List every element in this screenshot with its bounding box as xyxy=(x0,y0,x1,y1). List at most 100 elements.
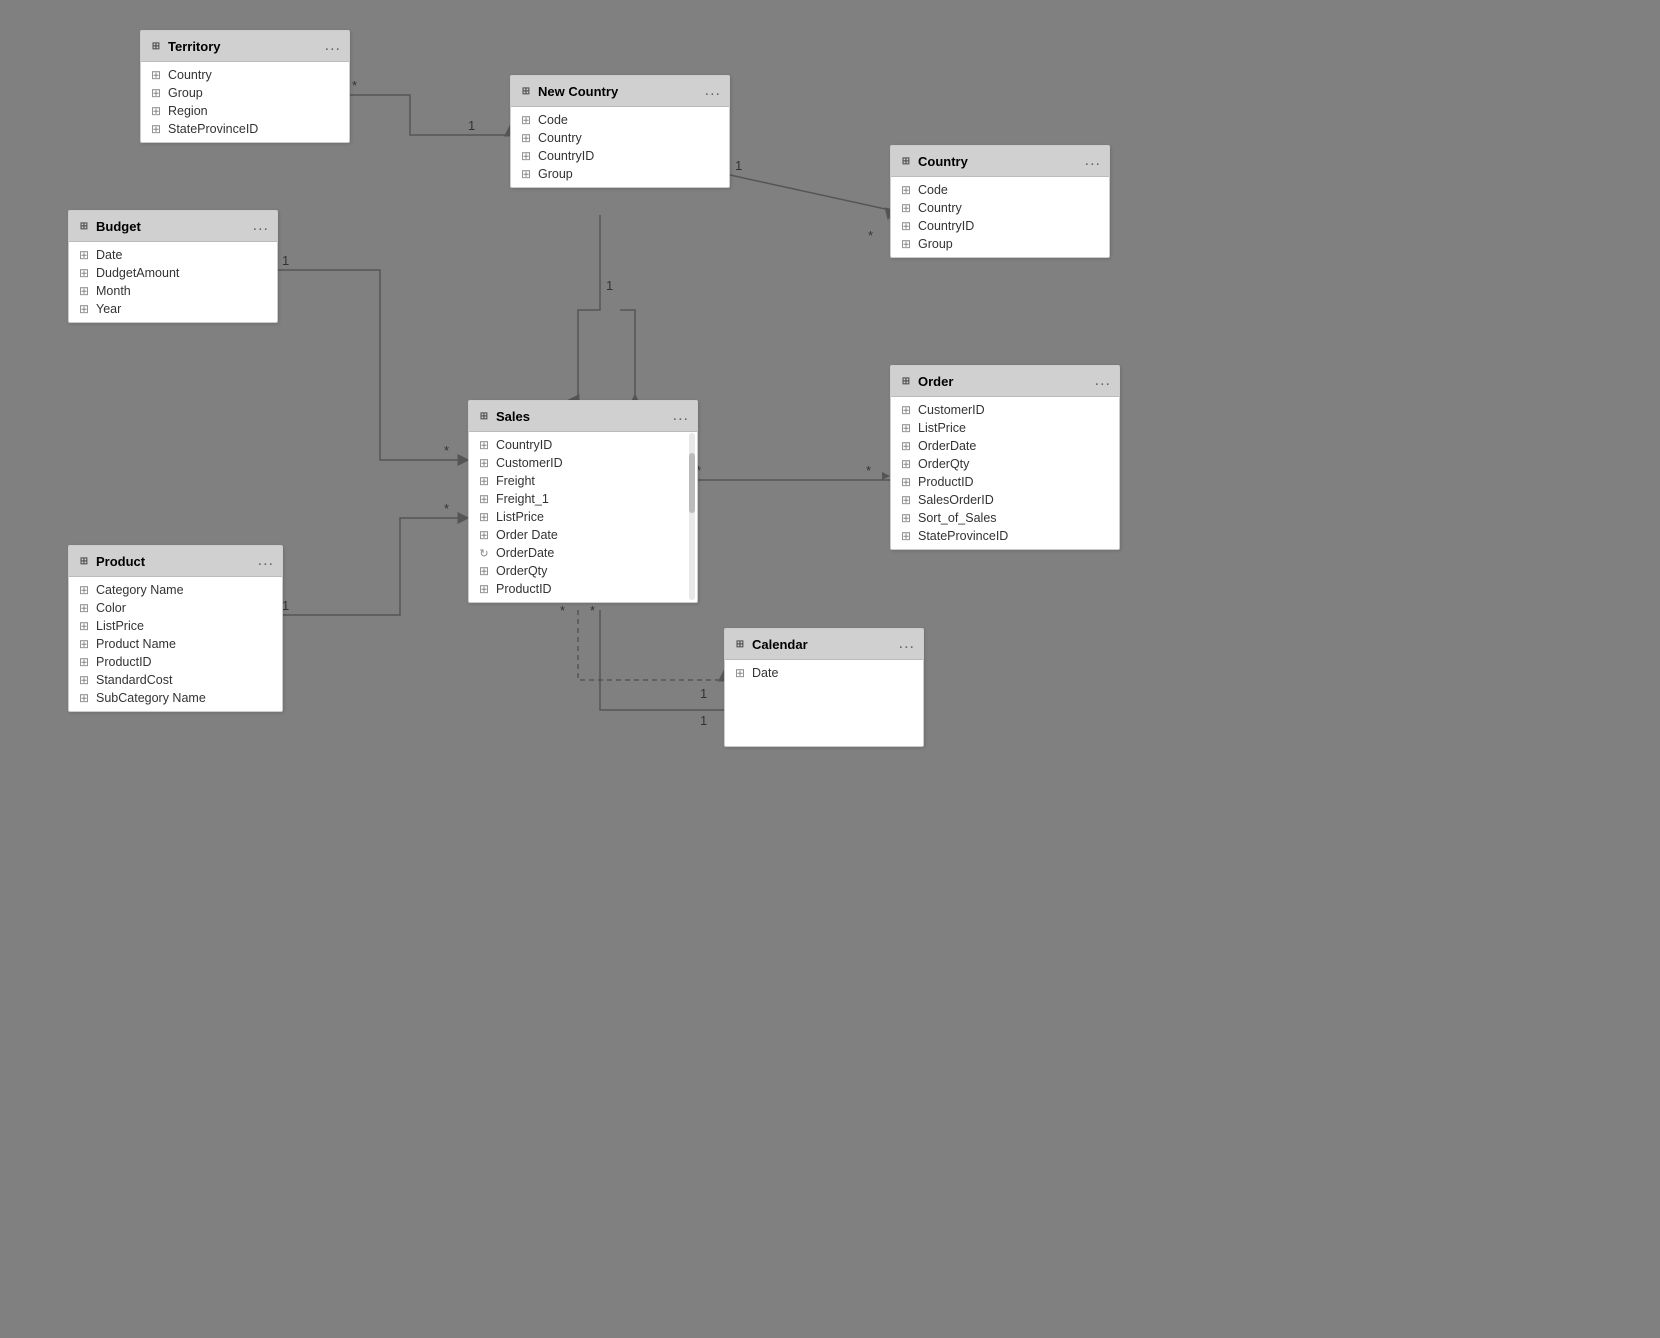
table-territory-menu[interactable]: ... xyxy=(325,37,341,55)
table-calendar-menu[interactable]: ... xyxy=(899,635,915,653)
field-icon xyxy=(899,475,913,489)
table-calendar-header[interactable]: ⊞ Calendar ... xyxy=(725,629,923,660)
table-territory-header[interactable]: ⊞ Territory ... xyxy=(141,31,349,62)
svg-text:*: * xyxy=(444,443,449,458)
field-icon xyxy=(899,493,913,507)
svg-text:1: 1 xyxy=(700,713,707,728)
table-row: Order Date xyxy=(469,526,697,544)
field-icon xyxy=(519,149,533,163)
table-budget-header[interactable]: ⊞ Budget ... xyxy=(69,211,277,242)
field-icon xyxy=(149,86,163,100)
table-row: Region xyxy=(141,102,349,120)
diagram-canvas: * 1 1 * 1 * 1 * * 1 * * xyxy=(0,0,1660,1338)
table-grid-icon: ⊞ xyxy=(899,374,913,388)
table-row: Country xyxy=(891,199,1109,217)
field-icon xyxy=(899,457,913,471)
table-new-country-title: New Country xyxy=(538,84,618,99)
table-row: ListPrice xyxy=(469,508,697,526)
table-sales-body: CountryID CustomerID Freight Freight_1 L… xyxy=(469,432,697,602)
table-territory-title: Territory xyxy=(168,39,221,54)
table-budget-title: Budget xyxy=(96,219,141,234)
table-row: Country xyxy=(141,66,349,84)
table-row: Product Name xyxy=(69,635,282,653)
table-grid-icon: ⊞ xyxy=(477,409,491,423)
svg-text:*: * xyxy=(560,603,565,618)
svg-text:*: * xyxy=(444,501,449,516)
table-new-country-menu[interactable]: ... xyxy=(705,82,721,100)
field-icon xyxy=(77,248,91,262)
table-grid-icon: ⊞ xyxy=(77,554,91,568)
field-icon: ↻ xyxy=(477,546,491,560)
field-icon xyxy=(477,510,491,524)
svg-text:1: 1 xyxy=(700,686,707,701)
scrollbar-thumb[interactable] xyxy=(689,453,695,513)
field-icon xyxy=(899,439,913,453)
table-order: ⊞ Order ... CustomerID ListPrice OrderDa… xyxy=(890,365,1120,550)
svg-text:1: 1 xyxy=(735,158,742,173)
table-row: Date xyxy=(69,246,277,264)
table-territory: ⊞ Territory ... Country Group Region Sta… xyxy=(140,30,350,143)
field-icon xyxy=(77,601,91,615)
table-row: CustomerID xyxy=(891,401,1119,419)
table-row: Freight xyxy=(469,472,697,490)
table-product-title: Product xyxy=(96,554,145,569)
field-icon xyxy=(899,421,913,435)
table-product-header[interactable]: ⊞ Product ... xyxy=(69,546,282,577)
table-row: Month xyxy=(69,282,277,300)
table-country-menu[interactable]: ... xyxy=(1085,152,1101,170)
table-row: StateProvinceID xyxy=(891,527,1119,545)
field-icon xyxy=(519,113,533,127)
table-new-country-header[interactable]: ⊞ New Country ... xyxy=(511,76,729,107)
table-row: CountryID xyxy=(511,147,729,165)
table-order-menu[interactable]: ... xyxy=(1095,372,1111,390)
table-order-title: Order xyxy=(918,374,953,389)
field-icon xyxy=(899,237,913,251)
svg-text:1: 1 xyxy=(606,278,613,293)
svg-text:*: * xyxy=(590,603,595,618)
table-sales-menu[interactable]: ... xyxy=(673,407,689,425)
table-sales-header[interactable]: ⊞ Sales ... xyxy=(469,401,697,432)
field-icon xyxy=(149,104,163,118)
table-row: SalesOrderID xyxy=(891,491,1119,509)
field-icon xyxy=(899,183,913,197)
field-icon xyxy=(149,122,163,136)
table-product-menu[interactable]: ... xyxy=(258,552,274,570)
table-order-header[interactable]: ⊞ Order ... xyxy=(891,366,1119,397)
field-icon xyxy=(77,266,91,280)
table-row: ListPrice xyxy=(69,617,282,635)
table-row: Color xyxy=(69,599,282,617)
table-sales: ⊞ Sales ... CountryID CustomerID Freight… xyxy=(468,400,698,603)
table-row: StateProvinceID xyxy=(141,120,349,138)
table-calendar: ⊞ Calendar ... Date xyxy=(724,628,924,747)
table-product-body: Category Name Color ListPrice Product Na… xyxy=(69,577,282,711)
field-icon xyxy=(77,655,91,669)
table-row: ProductID xyxy=(69,653,282,671)
table-row: OrderQty xyxy=(891,455,1119,473)
table-row: Group xyxy=(141,84,349,102)
table-product: ⊞ Product ... Category Name Color ListPr… xyxy=(68,545,283,712)
table-row: Sort_of_Sales xyxy=(891,509,1119,527)
table-row: Group xyxy=(891,235,1109,253)
table-row: OrderQty xyxy=(469,562,697,580)
table-row: Group xyxy=(511,165,729,183)
field-icon xyxy=(77,302,91,316)
table-grid-icon: ⊞ xyxy=(899,154,913,168)
table-budget-menu[interactable]: ... xyxy=(253,217,269,235)
table-order-body: CustomerID ListPrice OrderDate OrderQty … xyxy=(891,397,1119,549)
table-row: CountryID xyxy=(891,217,1109,235)
table-row: DudgetAmount xyxy=(69,264,277,282)
table-row: Category Name xyxy=(69,581,282,599)
field-icon xyxy=(477,456,491,470)
table-grid-icon: ⊞ xyxy=(149,39,163,53)
table-grid-icon: ⊞ xyxy=(733,637,747,651)
calendar-padding xyxy=(725,686,923,746)
field-icon xyxy=(899,403,913,417)
table-row: CustomerID xyxy=(469,454,697,472)
field-icon xyxy=(477,492,491,506)
table-territory-body: Country Group Region StateProvinceID xyxy=(141,62,349,142)
field-icon xyxy=(477,528,491,542)
field-icon xyxy=(477,438,491,452)
table-sales-scrollbar[interactable] xyxy=(689,433,695,600)
table-country-header[interactable]: ⊞ Country ... xyxy=(891,146,1109,177)
svg-text:*: * xyxy=(352,78,357,93)
